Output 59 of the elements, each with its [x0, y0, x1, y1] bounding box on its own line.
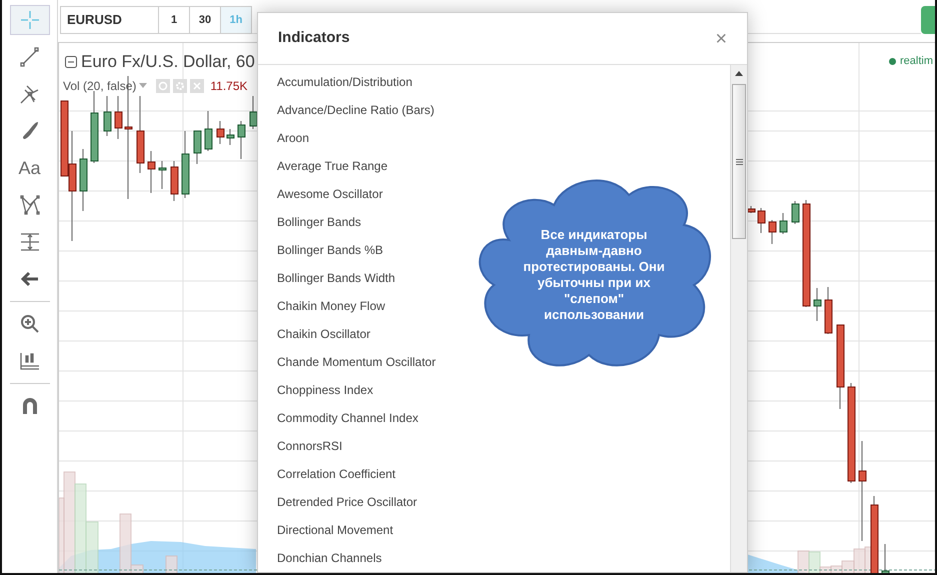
candle [758, 208, 766, 234]
candle [792, 200, 800, 224]
candle [780, 212, 788, 234]
candle [80, 148, 88, 212]
scrollbar-thumb[interactable] [732, 84, 746, 239]
close-button[interactable]: × [715, 28, 727, 48]
candle [882, 544, 890, 573]
candle [170, 160, 178, 202]
pattern-icon [18, 193, 42, 217]
realtime-status: realtim [900, 54, 933, 69]
text-tool-button[interactable]: Aa [10, 153, 50, 183]
indicator-item[interactable]: ConnorsRSI [277, 432, 342, 460]
indicator-item[interactable]: Chaikin Oscillator [277, 320, 370, 348]
candle [148, 150, 156, 194]
candle [226, 128, 234, 146]
interval-button[interactable]: 1 [159, 6, 190, 34]
candle [194, 130, 202, 164]
indicator-item[interactable]: Donchian Channels [277, 544, 382, 572]
caret-icon [139, 83, 148, 88]
indicator-item[interactable]: Advance/Decline Ratio (Bars) [277, 96, 434, 124]
symbol-field[interactable]: EURUSD [60, 6, 159, 34]
collapse-icon [65, 56, 77, 68]
scrollbar[interactable] [730, 65, 747, 572]
candle [104, 96, 112, 136]
indicator-item[interactable]: Awesome Oscillator [277, 180, 383, 208]
study-value: 11.75K [210, 78, 248, 94]
indicator-item[interactable]: Commodity Channel Index [277, 404, 418, 432]
candle [824, 286, 832, 334]
candle [250, 96, 258, 130]
grip-icon [736, 158, 742, 164]
candle [158, 160, 166, 190]
scroll-up-icon[interactable] [735, 71, 743, 76]
eye-icon [156, 78, 170, 92]
indicator-item[interactable]: Average True Range [277, 152, 388, 180]
candle [814, 288, 822, 322]
callout-text: Все индикаторы давным-давно протестированы. Они убыточны при их "слепом" использовании [522, 227, 666, 323]
candle [204, 110, 212, 152]
candle [216, 120, 224, 144]
indicator-item[interactable]: Bollinger Bands Width [277, 264, 396, 292]
indicator-item[interactable]: Accumulation/Distribution [277, 68, 412, 96]
indicator-item[interactable]: Detrended Price Oscillator [277, 488, 418, 516]
indicator-item[interactable]: Directional Movement [277, 516, 394, 544]
indicator-item[interactable]: Chaikin Money Flow [277, 292, 386, 320]
chart-title: Euro Fx/U.S. Dollar, 60 [81, 51, 255, 73]
interval-button[interactable]: 30 [190, 6, 221, 34]
indicator-item[interactable]: Bollinger Bands %B [277, 236, 384, 264]
indicator-item[interactable]: Aroon [277, 124, 310, 152]
indicator-item[interactable]: Choppiness Index [277, 376, 374, 404]
indicator-item[interactable]: Chande Momentum Oscillator [277, 348, 436, 376]
indicator-item[interactable]: Correlation Coefficient [277, 460, 396, 488]
close-icon [190, 78, 204, 92]
dialog-title: Indicators [278, 28, 350, 48]
candle [768, 220, 776, 244]
candle [114, 96, 122, 140]
candle [182, 130, 190, 198]
indicator-item[interactable]: Bollinger Bands [277, 208, 362, 236]
volume-bar [166, 556, 178, 573]
line-tool-icon [18, 45, 42, 69]
candle [238, 120, 246, 160]
